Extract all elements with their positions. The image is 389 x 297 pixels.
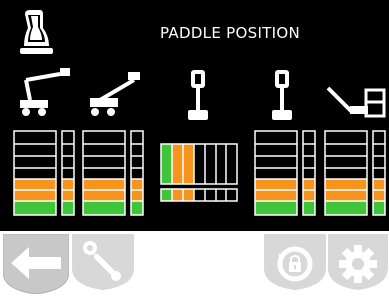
lock-button[interactable]: [264, 234, 326, 290]
button-bar: [0, 231, 389, 297]
paddle-bar-1-wide: [13, 130, 57, 216]
display-panel: PADDLE POSITION: [0, 0, 389, 231]
page-title: PADDLE POSITION: [160, 24, 300, 42]
paddle-bar-2-wide: [82, 130, 126, 216]
joystick-forward-back-icon: [272, 70, 292, 120]
back-button[interactable]: [3, 234, 69, 294]
paddle-bar-4-narrow: [302, 130, 316, 216]
service-button[interactable]: [72, 234, 134, 290]
gear-icon: [339, 245, 377, 283]
joystick-controller-icon: [20, 10, 53, 54]
paddle-bar-2-narrow: [130, 130, 144, 216]
joystick-forward-back-icon: [188, 70, 208, 120]
telescopic-boom-lift-icon: [90, 72, 140, 116]
paddle-bar-5-narrow: [372, 130, 386, 216]
paddle-bar-4-wide: [254, 130, 298, 216]
paddle-bar-horizontal: [160, 143, 238, 202]
articulated-boom-lift-icon: [20, 68, 70, 116]
settings-button[interactable]: [328, 234, 388, 290]
jib-platform-icon: [326, 86, 386, 118]
paddle-bar-5-wide: [324, 130, 368, 216]
paddle-bar-1-narrow: [61, 130, 75, 216]
